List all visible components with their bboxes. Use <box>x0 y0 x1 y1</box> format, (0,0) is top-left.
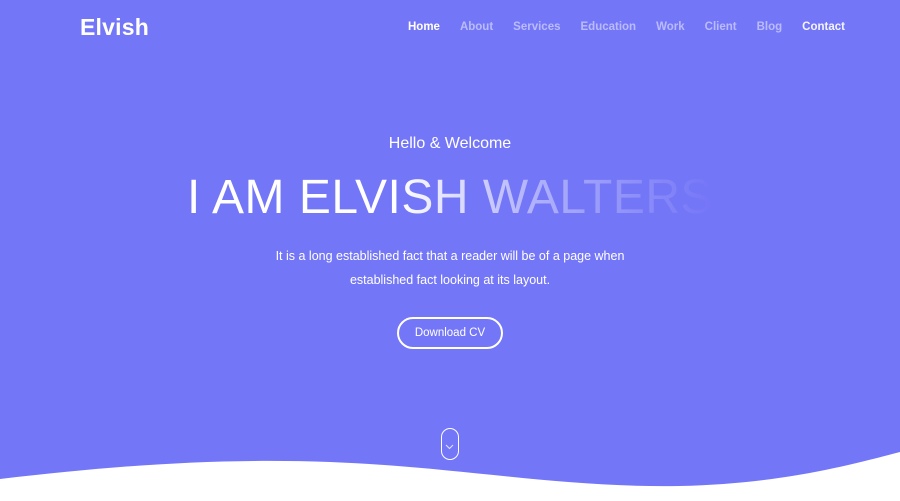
wave-divider <box>0 452 900 501</box>
hero-description-line: It is a long established fact that a rea… <box>275 249 625 263</box>
nav-education[interactable]: Education <box>581 21 637 33</box>
main-nav: Home About Services Education Work Clien… <box>408 21 865 33</box>
hero-description: It is a long established fact that a rea… <box>0 244 900 292</box>
download-cv-button[interactable]: Download CV <box>397 317 503 349</box>
hero-title-text: I AM ELVISH WALTERS <box>186 171 714 224</box>
nav-about[interactable]: About <box>460 21 493 33</box>
hero-description-line: established fact looking at its layout. <box>349 273 551 287</box>
nav-contact[interactable]: Contact <box>802 21 845 33</box>
hero-greeting: Hello & Welcome <box>388 135 512 152</box>
nav-home[interactable]: Home <box>408 21 440 33</box>
nav-work[interactable]: Work <box>656 21 685 33</box>
nav-services[interactable]: Services <box>513 21 560 33</box>
hero-title: I AM ELVISH WALTERS <box>0 170 900 225</box>
logo[interactable]: Elvish <box>80 14 149 41</box>
nav-client[interactable]: Client <box>705 21 737 33</box>
nav-blog[interactable]: Blog <box>757 21 783 33</box>
